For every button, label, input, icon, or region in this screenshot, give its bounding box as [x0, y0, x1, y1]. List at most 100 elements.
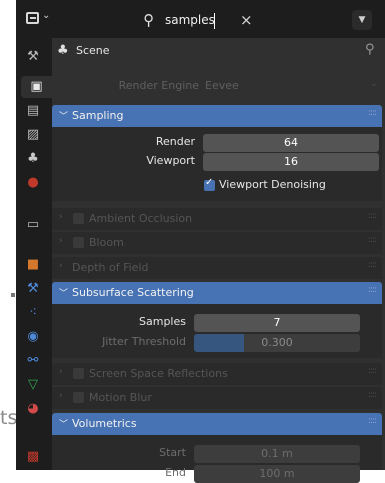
tab-view-layer[interactable]: ▨ [19, 124, 47, 146]
slider-fill [194, 334, 244, 352]
particles-icon: ⁖ [29, 305, 37, 320]
chevron-down-icon: ﹀ [59, 420, 69, 430]
subsurface-panel-body: Samples 7 Jitter Threshold 0.300 [52, 304, 382, 358]
context-title: Scene [76, 44, 110, 57]
volumetrics-start-label: Start [159, 446, 186, 459]
viewport-denoising-label: Viewport Denoising [219, 178, 326, 191]
drag-handle-icon[interactable]: :::: [368, 235, 377, 245]
panel-title: Screen Space Reflections [89, 367, 228, 380]
tab-render[interactable]: ▣ [21, 76, 52, 98]
search-input[interactable]: samples [165, 13, 215, 27]
tab-world[interactable]: ● [19, 172, 47, 194]
tab-data[interactable]: ▽ [19, 374, 47, 396]
volumetrics-start-field[interactable]: 0.1 m [194, 445, 360, 463]
drag-handle-icon[interactable]: :::: [368, 390, 377, 400]
tab-material[interactable]: ◕ [19, 398, 47, 420]
scene-icon: ♣ [27, 151, 39, 166]
options-dropdown[interactable]: ▼ [352, 10, 372, 30]
viewport-samples-field[interactable]: 16 [203, 153, 379, 171]
render-engine-label: Render Engine [118, 79, 199, 92]
drag-handle-icon[interactable]: :::: [368, 416, 377, 426]
tab-object[interactable]: ■ [19, 254, 47, 276]
properties-panel: ♣ Scene ⚲ Render Engine Eevee ⌄ ﹀ Sampli… [52, 38, 385, 483]
render-samples-label: Render [155, 135, 195, 148]
material-sphere-icon: ◕ [27, 401, 39, 416]
collection-box-icon: ▭ [26, 217, 40, 232]
render-camera-icon: ▣ [30, 79, 43, 94]
chevron-right-icon: › [59, 391, 63, 401]
image-icon: ▨ [26, 127, 40, 142]
properties-tab-bar: ⚒ ▣ ▤ ▨ ♣ ● ▭ ■ ⚒ ⁖ ◉ ⚯ ▽ ◕ ▩ [16, 38, 52, 470]
panel-title: Bloom [89, 236, 124, 249]
wrench-icon: ⚒ [27, 281, 39, 296]
chevron-down-icon: ﹀ [59, 112, 69, 122]
tab-texture[interactable]: ▩ [19, 446, 47, 468]
panel-header-ambient-occlusion[interactable]: › Ambient Occlusion :::: [52, 208, 382, 230]
tab-output[interactable]: ▤ [19, 100, 47, 122]
tab-tool[interactable]: ⚒ [19, 46, 47, 68]
context-path: ♣ Scene ⚲ [52, 38, 385, 64]
panel-header-screen-space-reflections[interactable]: › Screen Space Reflections :::: [52, 363, 382, 385]
editor-header: ⌄ ⚲ samples × ▼ [16, 0, 385, 38]
tab-particles[interactable]: ⁖ [19, 302, 47, 324]
panel-title: Motion Blur [89, 391, 152, 404]
tab-physics[interactable]: ◉ [19, 326, 47, 348]
chevron-right-icon: › [59, 212, 63, 222]
tab-scene[interactable]: ♣ [19, 148, 47, 170]
motion-blur-checkbox[interactable] [73, 392, 84, 403]
drag-handle-icon[interactable]: :::: [368, 285, 377, 295]
drag-handle-icon[interactable]: :::: [368, 366, 377, 376]
search-icon: ⚲ [143, 11, 154, 29]
chevron-right-icon: › [59, 261, 63, 271]
viewport-denoising-checkbox[interactable] [204, 177, 215, 191]
drag-handle-icon[interactable]: :::: [368, 260, 377, 270]
panel-header-bloom[interactable]: › Bloom :::: [52, 232, 382, 254]
sampling-panel-body: Render 64 Viewport 16 Viewport Denoising [52, 127, 382, 201]
clear-search-icon[interactable]: × [240, 11, 253, 29]
sss-samples-field[interactable]: 7 [194, 314, 360, 332]
render-engine-select[interactable]: Eevee [205, 79, 239, 92]
background-text-fragment: ts [0, 407, 18, 429]
bloom-checkbox[interactable] [73, 237, 84, 248]
pin-icon[interactable]: ⚲ [365, 42, 375, 57]
tab-constraints[interactable]: ⚯ [19, 350, 47, 372]
viewport-samples-label: Viewport [146, 154, 195, 167]
drag-handle-icon[interactable]: :::: [368, 211, 377, 221]
panel-header-sampling[interactable]: ﹀ Sampling :::: [52, 105, 382, 127]
panel-header-motion-blur[interactable]: › Motion Blur :::: [52, 387, 382, 409]
jitter-threshold-slider[interactable]: 0.300 [194, 334, 360, 352]
chevron-down-icon: ⌄ [42, 10, 51, 21]
tab-collection[interactable]: ▭ [19, 214, 47, 236]
text-caret [214, 13, 215, 29]
volumetrics-panel-body: Start 0.1 m End 100 m [52, 435, 382, 483]
ambient-occlusion-checkbox[interactable] [73, 213, 84, 224]
panel-title: Ambient Occlusion [89, 212, 193, 225]
panel-title: Subsurface Scattering [72, 286, 194, 299]
scene-icon: ♣ [57, 43, 69, 58]
panel-title: Volumetrics [72, 417, 137, 430]
printer-icon: ▤ [26, 103, 40, 118]
drag-handle-icon[interactable]: :::: [368, 108, 377, 118]
mesh-data-icon: ▽ [28, 377, 38, 392]
panel-title: Depth of Field [72, 261, 149, 274]
texture-checker-icon: ▩ [26, 449, 40, 464]
tab-modifiers[interactable]: ⚒ [19, 278, 47, 300]
constraint-icon: ⚯ [27, 353, 39, 368]
properties-editor-icon [26, 12, 39, 24]
ssr-checkbox[interactable] [73, 368, 84, 379]
panel-header-volumetrics[interactable]: ﹀ Volumetrics :::: [52, 413, 382, 435]
properties-editor: ⌄ ⚲ samples × ▼ ⚒ ▣ ▤ ▨ ♣ ● ▭ ■ ⚒ ⁖ ◉ ⚯ … [16, 0, 385, 483]
panel-header-subsurface-scattering[interactable]: ﹀ Subsurface Scattering :::: [52, 282, 382, 304]
render-samples-field[interactable]: 64 [203, 134, 379, 152]
search-field[interactable]: ⚲ samples × [139, 11, 256, 31]
world-globe-icon: ● [27, 175, 39, 190]
volumetrics-end-field[interactable]: 100 m [194, 465, 360, 483]
edge-artifact [11, 293, 15, 297]
chevron-down-icon: ⌄ [370, 79, 378, 89]
chevron-down-icon: ﹀ [59, 289, 69, 299]
editor-type-selector[interactable]: ⌄ [26, 10, 54, 27]
physics-orbit-icon: ◉ [27, 329, 39, 344]
render-engine-row: Render Engine Eevee ⌄ [52, 76, 385, 96]
object-square-icon: ■ [26, 257, 40, 272]
panel-header-depth-of-field[interactable]: › Depth of Field :::: [52, 257, 382, 279]
